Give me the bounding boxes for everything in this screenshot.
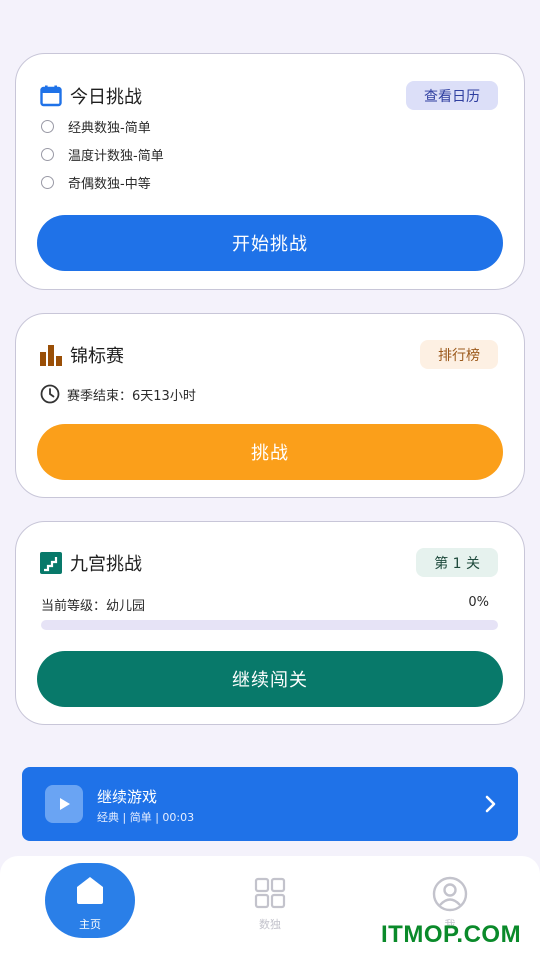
tournament-title: 锦标赛: [70, 345, 124, 367]
start-challenge-button[interactable]: 开始挑战: [37, 215, 503, 271]
tournament-header: 锦标赛 排行榜: [40, 340, 498, 369]
nav-item-home[interactable]: 主页: [0, 856, 180, 960]
daily-challenge-header: 今日挑战 查看日历: [40, 81, 498, 110]
radio-circle[interactable]: [41, 176, 54, 189]
daily-option-1[interactable]: 经典数独-简单: [41, 117, 151, 136]
nine-grid-card: 九宫挑战 第 1 关 当前等级：幼儿园 0% 继续闯关: [15, 521, 525, 725]
home-icon: [75, 875, 105, 905]
resume-subtitle: 经典 | 简单 | 00:03: [97, 811, 195, 824]
daily-option-2[interactable]: 温度计数独-简单: [41, 145, 164, 164]
tournament-challenge-button[interactable]: 挑战: [37, 424, 503, 480]
chevron-right-icon[interactable]: [484, 794, 498, 814]
bar-chart-icon: [40, 344, 62, 366]
progress-percent: 0%: [468, 595, 489, 610]
nine-grid-title: 九宫挑战: [70, 553, 142, 575]
nav-item-sudoku[interactable]: 数独: [180, 856, 360, 960]
leaderboard-button[interactable]: 排行榜: [420, 340, 498, 369]
radio-circle[interactable]: [41, 120, 54, 133]
daily-challenge-card: 今日挑战 查看日历 经典数独-简单 温度计数独-简单 奇偶数独-中等 开始挑战: [15, 53, 525, 290]
nine-grid-header: 九宫挑战 第 1 关: [40, 548, 498, 577]
nav-label-sudoku: 数独: [259, 918, 281, 931]
grid-icon: [254, 877, 286, 909]
daily-challenge-title: 今日挑战: [70, 86, 142, 108]
season-end-text: 赛季结束：6天13小时: [67, 388, 196, 404]
nav-label-home: 主页: [79, 918, 101, 931]
resume-game-bar[interactable]: 继续游戏 经典 | 简单 | 00:03: [22, 767, 518, 841]
level-row: 当前等级：幼儿园 0%: [41, 595, 489, 614]
daily-option-3[interactable]: 奇偶数独-中等: [41, 173, 151, 192]
daily-option-label: 温度计数独-简单: [68, 149, 164, 164]
view-calendar-button[interactable]: 查看日历: [406, 81, 498, 110]
radio-circle[interactable]: [41, 148, 54, 161]
continue-level-button[interactable]: 继续闯关: [37, 651, 503, 707]
level-chip[interactable]: 第 1 关: [416, 548, 498, 577]
tournament-card: 锦标赛 排行榜 赛季结束：6天13小时 挑战: [15, 313, 525, 498]
stairs-icon: [40, 551, 62, 574]
daily-option-label: 奇偶数独-中等: [68, 177, 151, 192]
watermark: ITMOP.COM: [381, 921, 522, 948]
clock-icon: [40, 384, 60, 404]
play-icon[interactable]: [45, 785, 83, 823]
current-level-text: 当前等级：幼儿园: [41, 599, 146, 614]
calendar-icon: [40, 85, 62, 107]
level-progress-bar: [41, 620, 498, 630]
resume-title: 继续游戏: [97, 788, 158, 806]
season-info: 赛季结束：6天13小时: [40, 384, 196, 404]
profile-icon: [432, 876, 468, 912]
daily-option-label: 经典数独-简单: [68, 121, 151, 136]
